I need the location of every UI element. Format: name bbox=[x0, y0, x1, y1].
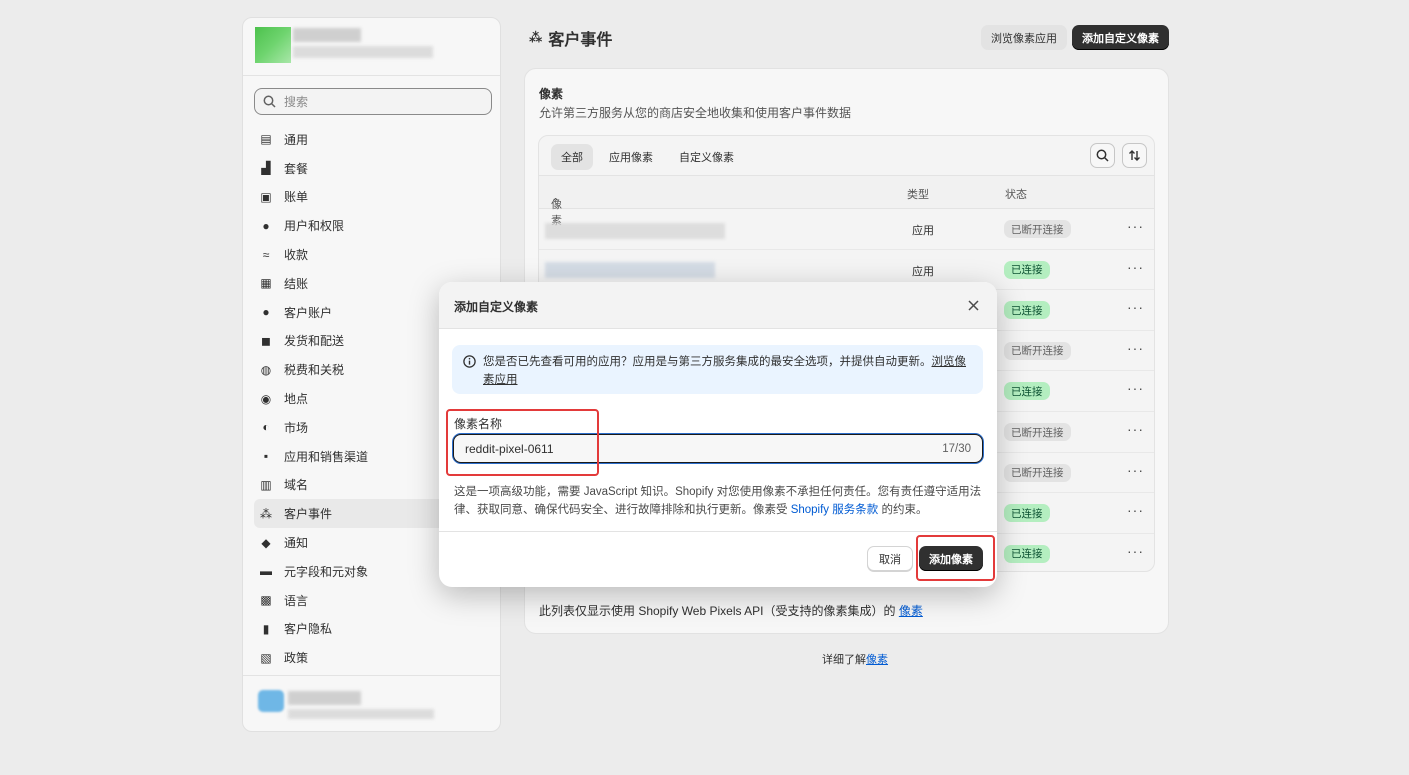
pixel-name-label: 像素名称 bbox=[454, 417, 503, 431]
help-text: 这是一项高级功能，需要 JavaScript 知识。Shopify 对您使用像素… bbox=[454, 483, 984, 519]
close-icon bbox=[967, 299, 979, 311]
pixel-name-input[interactable]: reddit-pixel-0611 17/30 bbox=[453, 434, 983, 463]
terms-of-service-link[interactable]: Shopify 服务条款 bbox=[791, 504, 879, 516]
info-banner: 您是否已先查看可用的应用？应用是与第三方服务集成的最安全选项，并提供自动更新。浏… bbox=[452, 345, 983, 394]
add-custom-pixel-modal: 添加自定义像素 您是否已先查看可用的应用？应用是与第三方服务集成的最安全选项，并… bbox=[439, 282, 997, 587]
help-text-tail: 的约束。 bbox=[878, 504, 928, 516]
modal-footer: 取消 添加像素 bbox=[439, 531, 997, 587]
character-count: 17/30 bbox=[942, 442, 971, 455]
info-icon bbox=[463, 355, 476, 368]
banner-text: 您是否已先查看可用的应用？应用是与第三方服务集成的最安全选项，并提供自动更新。 bbox=[483, 356, 932, 368]
add-pixel-button[interactable]: 添加像素 bbox=[919, 546, 983, 571]
pixel-name-value: reddit-pixel-0611 bbox=[465, 441, 554, 456]
close-button[interactable] bbox=[965, 297, 981, 313]
modal-title: 添加自定义像素 bbox=[454, 300, 539, 314]
modal-header: 添加自定义像素 bbox=[439, 282, 997, 329]
cancel-button[interactable]: 取消 bbox=[867, 546, 913, 571]
